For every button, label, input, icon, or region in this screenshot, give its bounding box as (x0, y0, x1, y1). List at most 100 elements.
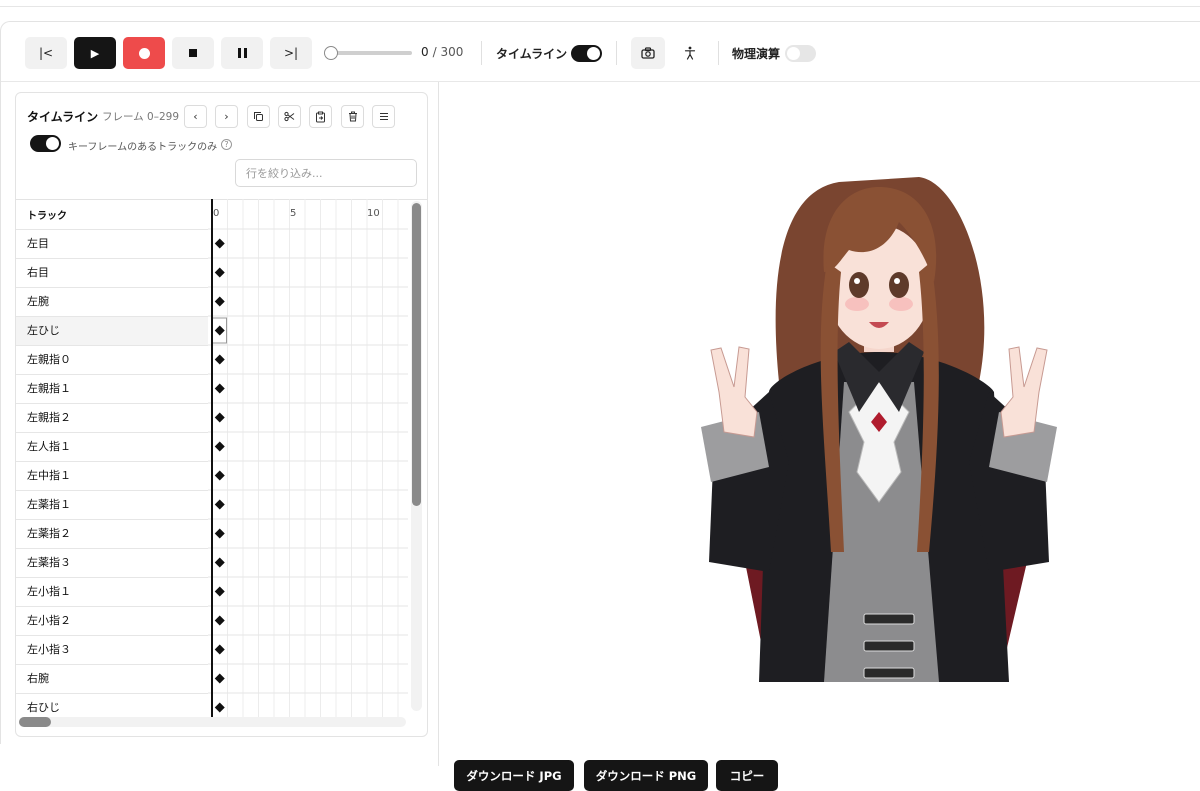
track-row[interactable]: 左親指２ (16, 403, 208, 432)
keyframe-diamond[interactable] (214, 470, 225, 481)
stop-icon (189, 49, 197, 57)
track-row[interactable]: 左小指１ (16, 577, 208, 606)
scissors-icon (284, 111, 295, 122)
horizontal-scrollbar[interactable] (19, 717, 406, 727)
cut-keyframe-button[interactable] (278, 105, 301, 128)
track-row[interactable]: 左ひじ (16, 316, 208, 345)
frame-counter: 0/ 300 (421, 45, 463, 59)
screenshot-button[interactable] (631, 37, 665, 69)
keyframe-diamond[interactable] (214, 499, 225, 510)
track-row[interactable]: 右目 (16, 258, 208, 287)
vertical-scrollbar[interactable] (411, 201, 422, 711)
keyframe-diamond[interactable] (214, 296, 225, 307)
track-name: 右ひじ (27, 701, 60, 714)
keyframe-diamond[interactable] (214, 586, 225, 597)
timeline-panel: タイムライン フレーム 0–299 ‹ › キーフレームのあるトラックのみ ? (15, 92, 428, 737)
physics-toggle[interactable] (785, 45, 816, 62)
frame-range: フレーム 0–299 (102, 111, 179, 123)
track-name: 左薬指１ (27, 498, 71, 511)
keyframe-diamond[interactable] (214, 644, 225, 655)
track-filter-input[interactable] (235, 159, 417, 187)
track-row[interactable]: 左小指２ (16, 606, 208, 635)
go-to-start-button[interactable]: |< (25, 37, 67, 69)
track-row[interactable]: 左目 (16, 229, 208, 258)
copy-keyframe-button[interactable] (247, 105, 270, 128)
pause-icon (237, 48, 247, 58)
chevron-right-icon: › (224, 110, 229, 123)
keyframe-grid[interactable] (208, 199, 408, 719)
keyframe-diamond[interactable] (214, 383, 225, 394)
keyframe-diamond[interactable] (214, 412, 225, 423)
next-keyframe-button[interactable]: › (215, 105, 238, 128)
track-row[interactable]: 左薬指３ (16, 548, 208, 577)
track-row[interactable]: 左中指１ (16, 461, 208, 490)
track-name: 左薬指２ (27, 527, 71, 540)
keyframe-diamond[interactable] (214, 238, 225, 249)
total-frames: / 300 (432, 45, 464, 59)
frame-slider[interactable] (324, 46, 412, 60)
track-row[interactable]: 左腕 (16, 287, 208, 316)
copy-icon (254, 112, 263, 121)
track-name: 左ひじ (27, 324, 60, 337)
pause-button[interactable] (221, 37, 263, 69)
keyframe-diamond[interactable] (214, 557, 225, 568)
track-name: 左小指１ (27, 585, 71, 598)
to-start-label: |< (38, 46, 54, 60)
timeline-toggle[interactable] (571, 45, 602, 62)
download-png-button[interactable]: ダウンロード PNG (584, 760, 708, 791)
app-frame: |< ▶ >| 0/ 300 タイムライン 物理演算 タイムライン フレーム 0… (0, 21, 1200, 791)
keyframe-diamond[interactable] (214, 528, 225, 539)
copy-image-button[interactable]: コピー (716, 760, 778, 791)
keyframe-tracks-only-label: キーフレームのあるトラックのみ (68, 142, 218, 153)
keyframe-diamond[interactable] (214, 615, 225, 626)
toolbar-divider (718, 41, 719, 65)
play-icon: ▶ (90, 46, 100, 60)
track-row[interactable]: 左薬指２ (16, 519, 208, 548)
prev-keyframe-button[interactable]: ‹ (184, 105, 207, 128)
track-row[interactable]: 左薬指１ (16, 490, 208, 519)
keyframe-diamond[interactable] (214, 267, 225, 278)
menu-icon (379, 113, 388, 120)
track-row[interactable]: 左小指３ (16, 635, 208, 664)
track-name: 左腕 (27, 295, 49, 308)
go-to-end-button[interactable]: >| (270, 37, 312, 69)
horizontal-scroll-thumb[interactable] (19, 717, 51, 727)
frame-slider-knob[interactable] (324, 46, 338, 60)
keyframe-diamond[interactable] (214, 354, 225, 365)
record-button[interactable] (123, 37, 165, 69)
menu-button[interactable] (372, 105, 395, 128)
track-column-header: トラック (27, 211, 67, 222)
keyframe-tracks-only-toggle[interactable] (30, 135, 61, 152)
vertical-scroll-thumb[interactable] (412, 203, 421, 506)
record-icon (138, 47, 150, 59)
toolbar: |< ▶ >| 0/ 300 タイムライン 物理演算 (1, 22, 1200, 82)
person-icon (684, 46, 696, 60)
camera-icon (641, 47, 655, 59)
keyframe-diamond[interactable] (214, 673, 225, 684)
play-button[interactable]: ▶ (74, 37, 116, 69)
track-name: 左小指２ (27, 614, 71, 627)
track-name: 左中指１ (27, 469, 71, 482)
track-name: 右腕 (27, 672, 49, 685)
track-name: 右目 (27, 266, 49, 279)
track-name: 左薬指３ (27, 556, 71, 569)
track-row[interactable]: 左親指０ (16, 345, 208, 374)
stop-button[interactable] (172, 37, 214, 69)
keyframe-diamond[interactable] (214, 441, 225, 452)
keyframe-diamond[interactable] (214, 702, 225, 713)
help-icon[interactable]: ? (221, 139, 232, 150)
track-row[interactable]: 右腕 (16, 664, 208, 693)
download-jpg-button[interactable]: ダウンロード JPG (454, 760, 574, 791)
pose-button[interactable] (673, 37, 707, 69)
track-name: 左親指１ (27, 382, 71, 395)
model-viewer[interactable]: ダウンロード JPG ダウンロード PNG コピー (438, 82, 1200, 791)
track-row[interactable]: 左親指１ (16, 374, 208, 403)
copy-image-label: コピー (729, 768, 765, 783)
character-model-image (701, 177, 1057, 682)
keyframe-diamond[interactable] (214, 325, 225, 336)
top-divider (0, 6, 1200, 7)
track-row[interactable]: 左人指１ (16, 432, 208, 461)
toolbar-divider (616, 41, 617, 65)
paste-keyframe-button[interactable] (309, 105, 332, 128)
delete-keyframe-button[interactable] (341, 105, 364, 128)
